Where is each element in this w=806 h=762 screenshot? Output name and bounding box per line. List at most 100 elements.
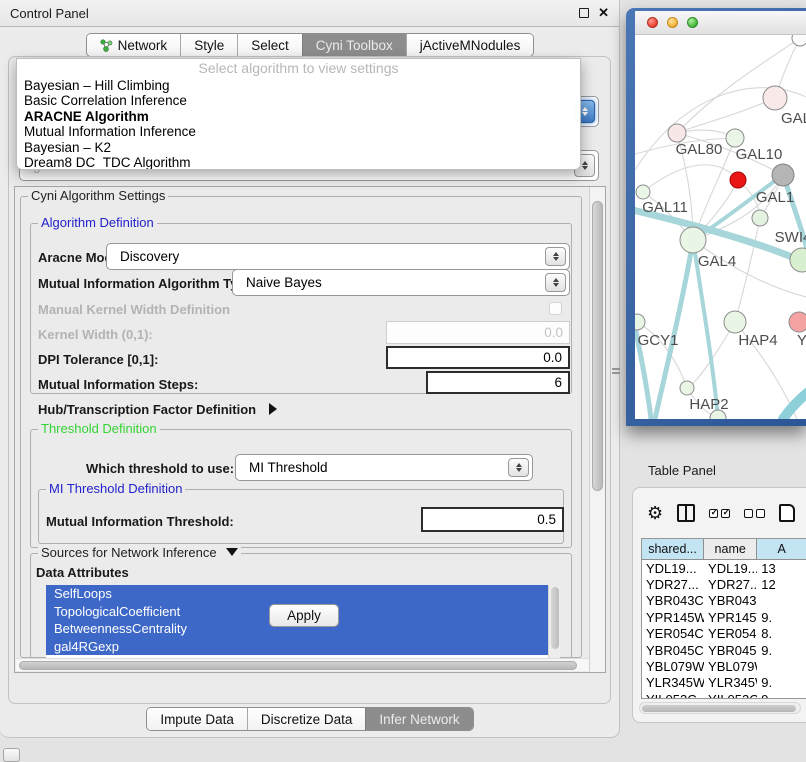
tab-jactivemnodules[interactable]: jActiveMNodules [406,34,534,56]
table-cell[interactable]: YLR345W [704,675,757,691]
table-cell[interactable]: 12 [757,576,806,592]
table-cell[interactable]: 8. [757,626,806,642]
table-cell[interactable]: YBR045C [642,642,704,658]
mi-algorithm-type-combo[interactable]: Naive Bayes [232,269,570,296]
network-canvas[interactable]: GALGAL80GAL10GAL11GAL1SWI4GAL4GCY1HAP4YH… [635,35,806,419]
table-cell[interactable]: YBL079W [704,658,757,674]
horizontal-scrollbar[interactable] [16,658,601,671]
table-cell[interactable]: 9 [757,691,806,699]
deselect-all-columns-icon[interactable] [744,509,765,518]
table-cell[interactable]: YBR043C [704,593,757,609]
collapsed-panel-button[interactable] [3,748,20,762]
table-row[interactable]: YER054CYER054C8. [642,626,806,642]
algorithm-option[interactable]: Dream8 DC_TDC Algorithm [17,155,580,170]
table-horizontal-scrollbar[interactable] [639,702,801,714]
table-row[interactable]: YLR345WYLR345W9. [642,675,806,691]
list-scrollbar[interactable] [548,585,560,659]
table-cell[interactable]: YER054C [704,626,757,642]
attribute-item[interactable]: SelfLoops [46,585,548,603]
network-node-y[interactable] [789,312,806,332]
table-cell[interactable]: 9. [757,642,806,658]
network-node-swi4[interactable] [790,248,806,272]
table-cell[interactable]: YIL052C [642,691,704,699]
attribute-item[interactable]: gal4RGexp [46,638,548,656]
table-row[interactable]: YBL079WYBL079W [642,658,806,674]
table-cell[interactable]: YLR345W [642,675,704,691]
table-cell[interactable]: YDL19... [704,560,757,576]
column-layout-icon[interactable] [677,504,695,522]
table-row[interactable]: YBR043CYBR043C [642,593,806,609]
network-node-gal10[interactable] [726,129,744,147]
table-cell[interactable]: 13 [757,560,806,576]
network-node-hap4[interactable] [724,311,746,333]
tab-select[interactable]: Select [237,34,302,56]
network-node-gal4[interactable] [680,227,706,253]
table-cell[interactable]: YBR045C [704,642,757,658]
tab-discretize-data[interactable]: Discretize Data [247,708,366,730]
table-cell[interactable]: YBR043C [642,593,704,609]
which-threshold-combo[interactable]: MI Threshold [235,454,533,481]
table-cell[interactable]: 9. [757,609,806,625]
tab-impute-data[interactable]: Impute Data [147,708,247,730]
table-cell[interactable]: YDL19... [642,560,704,576]
table-cell[interactable]: YBL079W [642,658,704,674]
mi-threshold-field[interactable]: 0.5 [421,507,564,532]
algorithm-option[interactable]: Bayesian – K2 [17,140,580,155]
combo-stepper-icon[interactable] [508,458,529,477]
table-cell[interactable]: YPR145W [642,609,704,625]
network-node[interactable] [792,35,806,46]
node-table[interactable]: shared...nameA YDL19...YDL19...13YDR27..… [641,538,806,699]
sources-toggle[interactable]: Sources for Network Inference [38,545,241,560]
apply-button[interactable]: Apply [269,604,339,627]
close-icon[interactable]: ✕ [598,8,609,18]
float-window-icon[interactable] [579,8,589,18]
table-column-header[interactable]: name [704,539,757,559]
table-cell[interactable]: YIL052C [704,691,757,699]
network-node-gal11[interactable] [636,185,650,199]
table-row[interactable]: YDR27...YDR27...12 [642,576,806,592]
combo-stepper-icon[interactable] [545,273,566,292]
minimize-traffic-icon[interactable] [667,17,678,28]
hub-definition-toggle[interactable]: Hub/Transcription Factor Definition [38,401,277,419]
algorithm-option[interactable]: Bayesian – Hill Climbing [17,78,580,93]
table-row[interactable]: YBR045CYBR045C9. [642,642,806,658]
network-node-gal1[interactable] [752,210,768,226]
table-cell[interactable]: 9. [757,675,806,691]
tab-style[interactable]: Style [180,34,237,56]
algorithm-option[interactable]: ARACNE Algorithm [17,109,580,124]
table-row[interactable]: YDL19...YDL19...13 [642,560,806,576]
tab-infer-network[interactable]: Infer Network [365,708,472,730]
panel-splitter-handle[interactable] [612,367,620,376]
table-cell[interactable] [757,593,806,609]
gear-icon[interactable]: ⚙ [647,503,663,523]
table-row[interactable]: YPR145WYPR145W9. [642,609,806,625]
network-node[interactable] [730,172,746,188]
table-cell[interactable] [757,658,806,674]
network-node[interactable] [772,164,794,186]
table-column-header[interactable]: shared... [642,539,704,559]
close-traffic-icon[interactable] [647,17,658,28]
kernel-width-field[interactable]: 0.0 [386,321,570,344]
dpi-tolerance-field[interactable]: 0.0 [386,346,570,369]
new-table-icon[interactable] [779,504,795,522]
table-row[interactable]: YIL052CYIL052C9 [642,691,806,699]
network-node-gcy1[interactable] [635,314,645,330]
manual-kernel-checkbox[interactable] [549,302,562,315]
mi-steps-field[interactable]: 6 [426,371,570,394]
algorithm-option[interactable]: Basic Correlation Inference [17,93,580,108]
tab-cyni-toolbox[interactable]: Cyni Toolbox [302,34,406,56]
combo-stepper-icon[interactable] [545,247,566,266]
network-node-gal80[interactable] [668,124,686,142]
algorithm-option[interactable]: Mutual Information Inference [17,124,580,139]
tab-network[interactable]: Network [87,34,181,56]
network-node-gal[interactable] [763,86,787,110]
aracne-mode-combo[interactable]: Discovery [106,243,570,270]
vertical-scrollbar[interactable] [589,187,605,672]
table-cell[interactable]: YDR27... [642,576,704,592]
table-column-header[interactable]: A [757,539,806,559]
zoom-traffic-icon[interactable] [687,17,698,28]
table-cell[interactable]: YDR27... [704,576,757,592]
select-all-columns-icon[interactable] [709,509,730,518]
table-cell[interactable]: YER054C [642,626,704,642]
table-cell[interactable]: YPR145W [704,609,757,625]
